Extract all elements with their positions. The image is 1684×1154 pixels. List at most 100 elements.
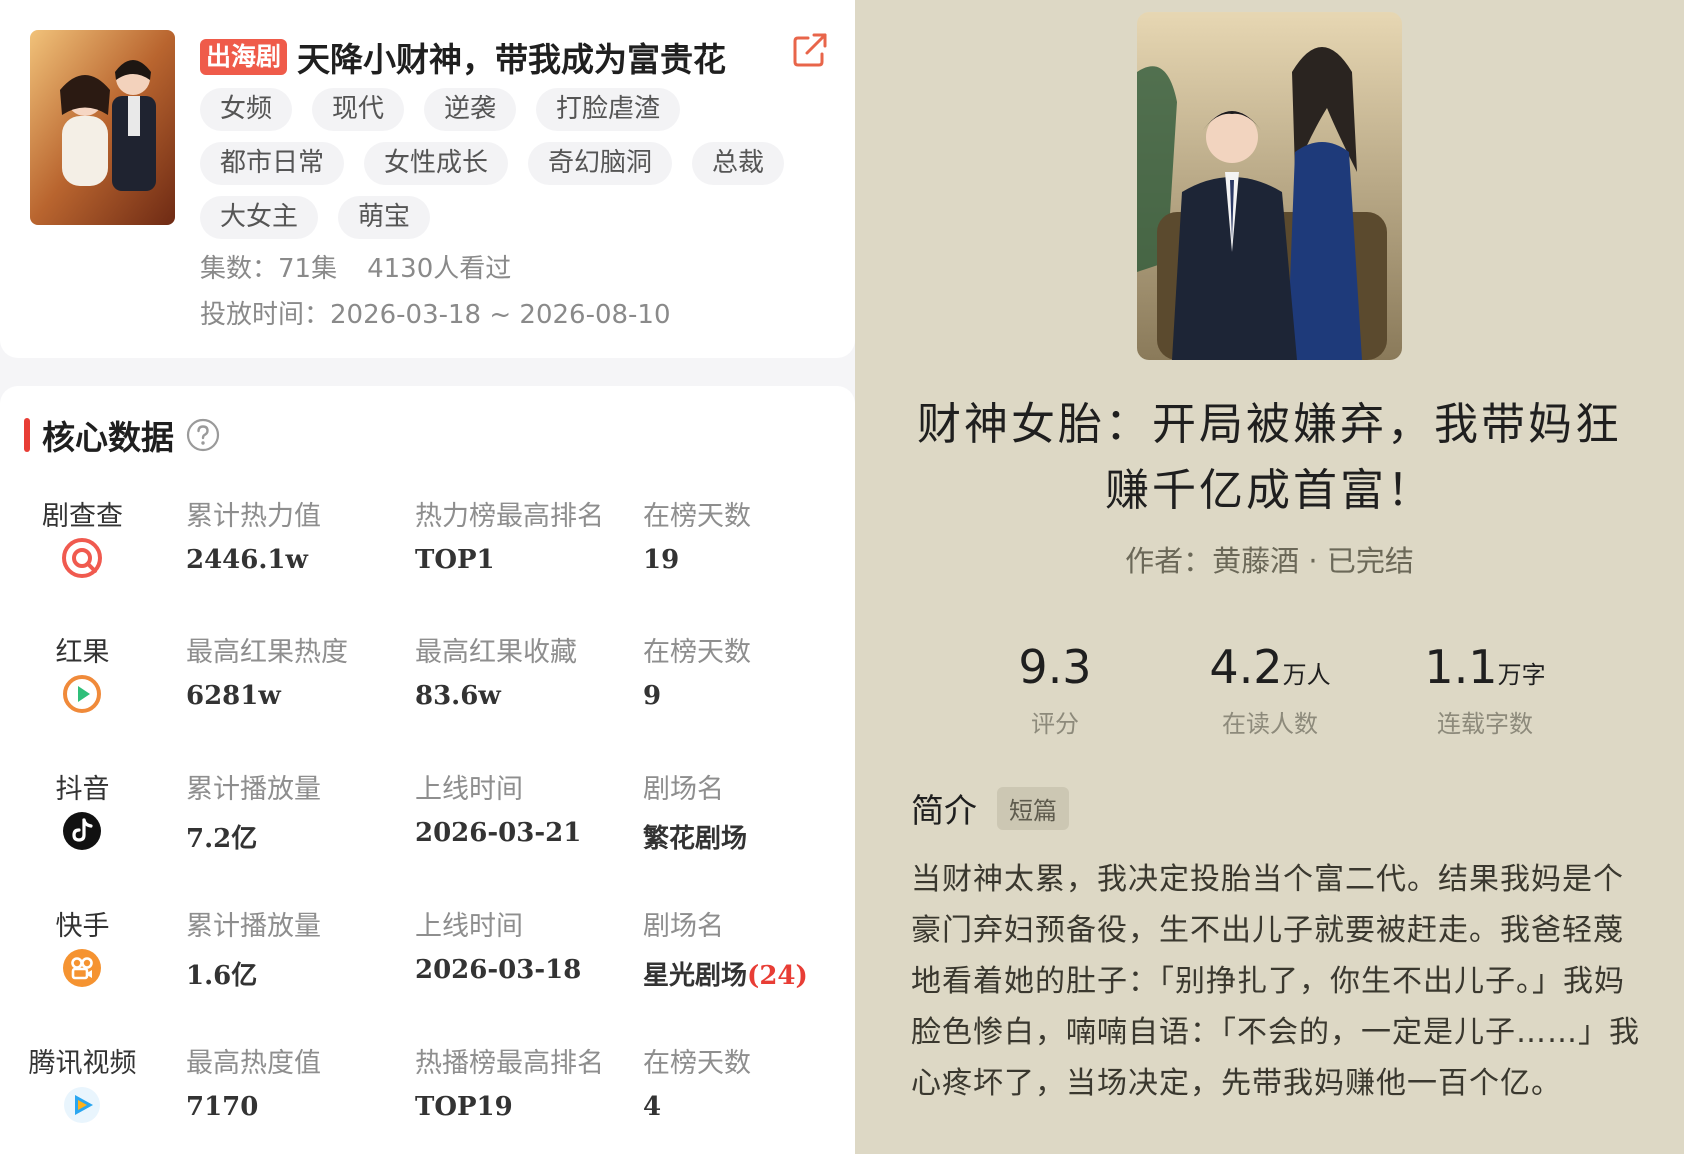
tag[interactable]: 女性成长 (364, 142, 509, 185)
platform-name: 快手 (55, 911, 110, 942)
metric-col-3: 剧场名 繁花剧场 (643, 767, 747, 855)
metric-col-3: 在榜天数 9 (643, 630, 751, 711)
platform-name: 红果 (55, 637, 110, 668)
intro-title: 简介 (911, 791, 977, 830)
metric-col-1: 累计播放量 1.6亿 (186, 904, 321, 992)
episode-meta: 集数：71集 4130人看过 (200, 248, 511, 285)
metric-value: 83.6w (415, 681, 501, 711)
section-accent-bar (24, 418, 30, 452)
metric-label: 热播榜最高排名 (415, 1048, 604, 1079)
tag[interactable]: 现代 (312, 88, 405, 131)
douyin-icon (63, 812, 101, 850)
tag[interactable]: 奇幻脑洞 (528, 142, 673, 185)
intro-header: 简介 短篇 (911, 784, 1069, 832)
metric-value: TOP1 (415, 545, 495, 575)
stat-label: 在读人数 (1222, 710, 1318, 738)
metric-value: 1.6亿 (186, 961, 258, 991)
novel-panel: 财神女胎：开局被嫌弃，我带妈狂赚千亿成首富！ 作者：黄藤酒 · 已完结 9.3 … (855, 0, 1684, 1154)
metric-col-3: 在榜天数 19 (643, 494, 751, 575)
stat-rating: 9.3 评分 (935, 640, 1175, 739)
platform-name: 抖音 (55, 774, 110, 805)
platform-row-douyin: 抖音 累计播放量 7.2亿 上线时间 2026-03-21 剧场名繁花剧场 (0, 767, 855, 877)
section-title: 核心数据 (42, 418, 174, 457)
drama-poster[interactable] (30, 30, 175, 225)
episode-count: 集数：71集 (200, 254, 338, 284)
metric-col-1: 累计热力值 2446.1w (186, 494, 321, 575)
metric-col-2: 热力榜最高排名 TOP1 (415, 494, 604, 575)
kuaishou-icon (63, 949, 101, 987)
drama-panel: 出海剧 天降小财神，带我成为富贵花 女频 现代 逆袭 打脸虐渣 都市日常 女性成… (0, 0, 855, 1154)
metric-value: 2446.1w (186, 545, 308, 575)
metric-value: 6281w (186, 681, 281, 711)
metric-label: 累计播放量 (186, 774, 321, 805)
metric-col-1: 最高红果热度 6281w (186, 630, 348, 711)
tag-list: 女频 现代 逆袭 打脸虐渣 都市日常 女性成长 奇幻脑洞 总裁 大女主 萌宝 (200, 88, 840, 239)
metric-label: 热力榜最高排名 (415, 501, 604, 532)
metric-label: 最高红果收藏 (415, 637, 577, 668)
metric-label: 累计播放量 (186, 911, 321, 942)
metric-value: 4 (643, 1092, 662, 1122)
theater-name[interactable]: 星光剧场(24) (643, 955, 808, 992)
metric-value: 9 (643, 681, 662, 711)
metric-col-2: 上线时间 2026-03-21 (415, 767, 581, 848)
metric-value: 7170 (186, 1092, 259, 1122)
platform-name: 剧查查 (42, 501, 123, 532)
tag[interactable]: 萌宝 (338, 196, 431, 239)
metric-label: 在榜天数 (643, 637, 751, 668)
metric-label: 上线时间 (415, 774, 523, 805)
length-badge: 短篇 (997, 786, 1069, 830)
metric-value: 7.2亿 (186, 824, 258, 854)
stat-number: 9.3 (1018, 640, 1092, 694)
share-icon[interactable] (790, 30, 830, 70)
metric-value: 2026-03-21 (415, 818, 582, 848)
tag[interactable]: 逆袭 (424, 88, 517, 131)
book-cover[interactable] (1137, 12, 1402, 360)
drama-title-row: 出海剧 天降小财神，带我成为富贵花 (200, 33, 726, 81)
viewer-count: 4130人看过 (367, 254, 512, 284)
theater-name-text: 星光剧场 (643, 961, 748, 991)
metric-value: 19 (643, 545, 680, 575)
tag[interactable]: 女频 (200, 88, 293, 131)
platform-row-juchacha: 剧查查 累计热力值 2446.1w 热力榜最高排名 TOP1 在榜天数 19 (0, 494, 855, 604)
juchacha-icon (62, 538, 102, 578)
metric-label: 最高红果热度 (186, 637, 348, 668)
theater-name[interactable]: 繁花剧场 (643, 818, 747, 855)
platform-row-hongguo: 红果 最高红果热度 6281w 最高红果收藏 83.6w 在榜天数 9 (0, 630, 855, 740)
metric-col-1: 最高热度值 7170 (186, 1041, 321, 1122)
tag[interactable]: 都市日常 (200, 142, 345, 185)
drama-title[interactable]: 天降小财神，带我成为富贵花 (297, 33, 726, 81)
metric-label: 剧场名 (643, 774, 724, 805)
metric-col-3: 剧场名星光剧场(24) (643, 904, 808, 992)
core-data-header: 核心数据 (24, 414, 220, 457)
metric-label: 剧场名 (643, 911, 724, 942)
intro-text: 当财神太累，我决定投胎当个富二代。结果我妈是个豪门弃妇预备役，生不出儿子就要被赶… (911, 862, 1640, 1101)
hongguo-icon (63, 675, 101, 713)
metric-label: 累计热力值 (186, 501, 321, 532)
platform-row-kuaishou: 快手 累计播放量 1.6亿 上线时间 2026-03-18 剧场名星光剧场(24) (0, 904, 855, 1014)
metric-label: 上线时间 (415, 911, 523, 942)
overseas-badge: 出海剧 (200, 39, 288, 75)
theater-count: (24) (747, 961, 808, 991)
book-author[interactable]: 作者：黄藤酒 · 已完结 (855, 538, 1684, 580)
stat-unit: 万字 (1497, 661, 1546, 689)
platform-row-tencent-video: 腾讯视频 最高热度值 7170 热播榜最高排名 TOP19 在榜天数 4 (0, 1041, 855, 1151)
help-icon[interactable] (186, 418, 220, 452)
metric-label: 在榜天数 (643, 501, 751, 532)
stat-unit: 万人 (1282, 661, 1331, 689)
book-title: 财神女胎：开局被嫌弃，我带妈狂赚千亿成首富！ (917, 399, 1622, 516)
tag[interactable]: 打脸虐渣 (536, 88, 681, 131)
metric-col-2: 热播榜最高排名 TOP19 (415, 1041, 604, 1122)
drama-info-card: 出海剧 天降小财神，带我成为富贵花 女频 现代 逆袭 打脸虐渣 都市日常 女性成… (0, 0, 855, 358)
stat-word-count: 1.1万字 连载字数 (1365, 640, 1605, 739)
stat-number: 1.1 (1424, 640, 1498, 694)
tag[interactable]: 总裁 (692, 142, 785, 185)
metric-label: 在榜天数 (643, 1048, 751, 1079)
stat-label: 评分 (1031, 710, 1079, 738)
tag[interactable]: 大女主 (200, 196, 319, 239)
metric-col-3: 在榜天数 4 (643, 1041, 751, 1122)
metric-label: 最高热度值 (186, 1048, 321, 1079)
stat-readers: 4.2万人 在读人数 (1150, 640, 1390, 739)
metric-col-2: 上线时间 2026-03-18 (415, 904, 581, 985)
metric-col-1: 累计播放量 7.2亿 (186, 767, 321, 855)
metric-value: 2026-03-18 (415, 955, 582, 985)
